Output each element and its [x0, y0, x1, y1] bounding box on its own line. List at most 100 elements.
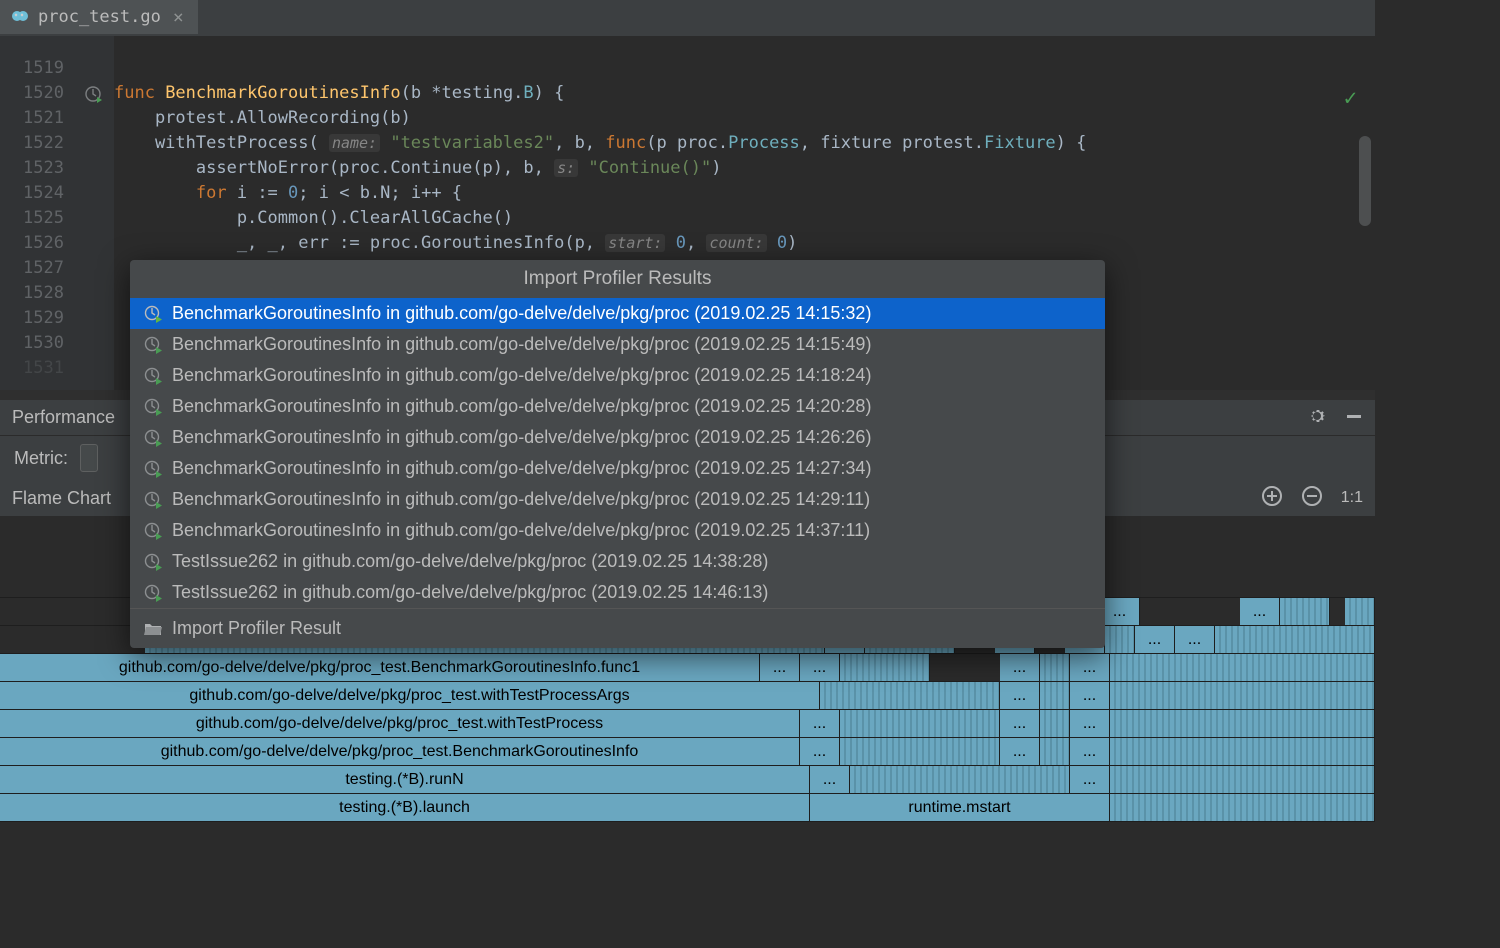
popup-item[interactable]: BenchmarkGoroutinesInfo in github.com/go… [130, 484, 1105, 515]
flame-cell[interactable]: testing.(*B).runN [0, 766, 810, 793]
flame-cell[interactable] [1345, 598, 1375, 625]
popup-item[interactable]: TestIssue262 in github.com/go-delve/delv… [130, 577, 1105, 608]
flame-cell[interactable] [1280, 598, 1330, 625]
flame-cell[interactable] [1110, 794, 1375, 821]
flame-cell[interactable]: ... [1000, 654, 1040, 681]
profiler-run-icon [144, 336, 162, 354]
popup-item[interactable]: BenchmarkGoroutinesInfo in github.com/go… [130, 422, 1105, 453]
line-number: 1530 [0, 331, 72, 356]
flame-cell[interactable]: ... [800, 738, 840, 765]
flame-cell[interactable]: runtime.mstart [810, 794, 1110, 821]
line-number: 1521 [0, 106, 72, 131]
flame-cell[interactable]: ... [1135, 626, 1175, 653]
zoom-in-icon[interactable] [1261, 485, 1283, 511]
popup-item[interactable]: BenchmarkGoroutinesInfo in github.com/go… [130, 360, 1105, 391]
panel-tab-performance[interactable]: Performance [12, 407, 115, 428]
flame-cell[interactable] [1110, 766, 1375, 793]
line-number: 1527 [0, 256, 72, 281]
flame-cell[interactable]: ... [800, 710, 840, 737]
popup-item[interactable]: BenchmarkGoroutinesInfo in github.com/go… [130, 515, 1105, 546]
go-file-icon [10, 7, 30, 27]
line-number: 1528 [0, 281, 72, 306]
code-line: for i := 0; i < b.N; i++ { [114, 181, 1375, 206]
editor-tab-active[interactable]: proc_test.go × [0, 0, 198, 36]
popup-footer-import[interactable]: Import Profiler Result [130, 608, 1105, 648]
tab-close-icon[interactable]: × [169, 7, 188, 28]
code-line: assertNoError(proc.Continue(p), b, s: "C… [114, 156, 1375, 181]
flame-cell[interactable]: ... [1240, 598, 1280, 625]
run-gutter-icon[interactable] [72, 81, 114, 106]
settings-icon[interactable] [1307, 406, 1327, 430]
flame-cell[interactable]: ... [1000, 682, 1040, 709]
flame-cell[interactable] [1040, 738, 1070, 765]
zoom-reset[interactable]: 1:1 [1341, 489, 1363, 507]
gutter-icons-column [72, 36, 114, 391]
popup-title: Import Profiler Results [130, 260, 1105, 298]
flame-cell[interactable] [1110, 682, 1375, 709]
flame-cell[interactable]: github.com/go-delve/delve/pkg/proc_test.… [0, 682, 820, 709]
line-number: 1525 [0, 206, 72, 231]
flame-cell[interactable]: ... [1175, 626, 1215, 653]
flame-cell[interactable] [1110, 710, 1375, 737]
profiler-run-icon [144, 522, 162, 540]
flame-cell[interactable]: ... [1070, 738, 1110, 765]
flame-cell[interactable] [1105, 626, 1135, 653]
flame-cell[interactable]: ... [1100, 598, 1140, 625]
flame-cell[interactable] [1040, 654, 1070, 681]
profiler-run-icon [144, 491, 162, 509]
profiler-run-icon [144, 305, 162, 323]
flame-cell[interactable] [840, 738, 1000, 765]
flame-cell[interactable]: ... [1000, 738, 1040, 765]
flame-cell[interactable] [1110, 738, 1375, 765]
flame-cell[interactable]: github.com/go-delve/delve/pkg/proc_test.… [0, 710, 800, 737]
popup-item[interactable]: BenchmarkGoroutinesInfo in github.com/go… [130, 298, 1105, 329]
flame-cell[interactable] [840, 654, 930, 681]
flame-cell[interactable] [1110, 654, 1375, 681]
flame-cell[interactable] [1040, 710, 1070, 737]
flame-row: testing.(*B).runN ... ... [0, 766, 1375, 794]
editor-tab-bar: proc_test.go × [0, 0, 1375, 36]
flame-cell[interactable]: ... [810, 766, 850, 793]
zoom-out-icon[interactable] [1301, 485, 1323, 511]
profiler-run-icon [144, 584, 162, 602]
code-line: func BenchmarkGoroutinesInfo(b *testing.… [114, 81, 1375, 106]
line-number: 1520 [0, 81, 72, 106]
profiler-run-icon [144, 553, 162, 571]
popup-item[interactable]: TestIssue262 in github.com/go-delve/delv… [130, 546, 1105, 577]
minimize-icon[interactable] [1345, 407, 1363, 429]
line-number: 1524 [0, 181, 72, 206]
line-number: 1519 [0, 56, 72, 81]
flame-cell[interactable]: ... [1070, 710, 1110, 737]
flame-row: github.com/go-delve/delve/pkg/proc_test.… [0, 738, 1375, 766]
flame-cell[interactable]: ... [800, 654, 840, 681]
line-number: 1523 [0, 156, 72, 181]
flame-cell[interactable]: testing.(*B).launch [0, 794, 810, 821]
flame-cell[interactable] [1215, 626, 1375, 653]
flame-cell[interactable]: ... [1070, 766, 1110, 793]
line-number: 1526 [0, 231, 72, 256]
flame-chart-tab[interactable]: Flame Chart [12, 488, 111, 509]
flame-cell[interactable]: github.com/go-delve/delve/pkg/proc_test.… [0, 654, 760, 681]
flame-cell[interactable]: github.com/go-delve/delve/pkg/proc_test.… [0, 738, 800, 765]
metric-selector[interactable] [80, 444, 98, 472]
flame-row: testing.(*B).launch runtime.mstart [0, 794, 1375, 822]
flame-cell[interactable] [850, 766, 1070, 793]
flame-cell[interactable] [1040, 682, 1070, 709]
flame-cell[interactable]: ... [760, 654, 800, 681]
flame-row: github.com/go-delve/delve/pkg/proc_test.… [0, 710, 1375, 738]
line-number: 1522 [0, 131, 72, 156]
tab-filename: proc_test.go [38, 7, 161, 27]
popup-item[interactable]: BenchmarkGoroutinesInfo in github.com/go… [130, 453, 1105, 484]
flame-cell[interactable] [820, 682, 1000, 709]
folder-open-icon [144, 621, 162, 637]
popup-item[interactable]: BenchmarkGoroutinesInfo in github.com/go… [130, 329, 1105, 360]
profiler-run-icon [144, 429, 162, 447]
import-profiler-popup: Import Profiler Results BenchmarkGorouti… [130, 260, 1105, 648]
flame-cell[interactable] [840, 710, 1000, 737]
flame-cell[interactable]: ... [1000, 710, 1040, 737]
popup-item[interactable]: BenchmarkGoroutinesInfo in github.com/go… [130, 391, 1105, 422]
flame-cell[interactable]: ... [1070, 654, 1110, 681]
flame-cell[interactable]: ... [1070, 682, 1110, 709]
metric-label: Metric: [14, 448, 68, 469]
flame-row: github.com/go-delve/delve/pkg/proc_test.… [0, 682, 1375, 710]
